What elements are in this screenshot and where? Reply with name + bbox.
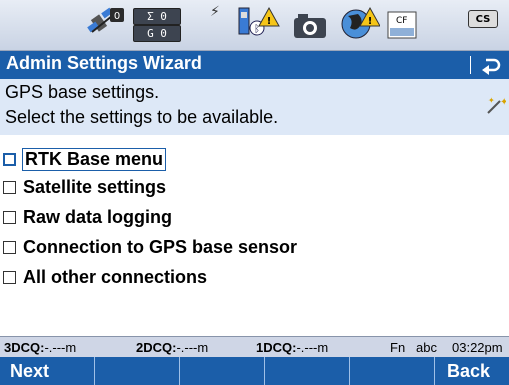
softkey-2[interactable] [95,357,180,385]
title-divider [470,56,471,74]
return-icon[interactable] [480,54,502,76]
sigma-count: Σ 0 [133,8,181,25]
checkbox[interactable] [3,180,16,194]
option-label: Connection to GPS base sensor [23,236,298,257]
softkey-5[interactable] [350,357,435,385]
1dcq-label: 1DCQ: [256,340,297,355]
fn-indicator: Fn [390,340,406,355]
2dcq-label: 2DCQ: [136,340,177,355]
svg-text:✦: ✦ [488,96,495,105]
softkey-bar: Next Back [0,357,509,385]
2dcq-value: -.---m [176,340,209,355]
checkbox[interactable] [3,270,16,284]
status-bar: 0 Σ 0 G 0 ⚡ ᛒ ! ! CF CS [0,0,509,51]
gps-count: G 0 [133,25,181,42]
3dcq-readout: 3DCQ:-.---m [4,340,76,355]
camera-icon[interactable] [292,12,330,40]
option-label: RTK Base menu [21,147,167,171]
sat-count-text: 0 [114,11,120,22]
satellite-counts: Σ 0 G 0 [133,8,183,42]
option-rtk-base-menu[interactable]: RTK Base menu [0,146,167,172]
title-bar: Admin Settings Wizard [0,51,509,79]
checkbox[interactable] [3,240,16,254]
softkey-4[interactable] [265,357,350,385]
bolt-icon: ⚡ [210,4,220,20]
magic-wand-icon: ✦ ✦ [484,95,508,117]
3dcq-label: 3DCQ: [4,340,45,355]
page-title: Admin Settings Wizard [6,53,202,73]
globe-warning-icon[interactable]: ! [340,6,381,42]
checkbox[interactable] [3,210,16,224]
next-button[interactable]: Next [0,357,95,385]
back-button[interactable]: Back [435,357,509,385]
3dcq-value: -.---m [44,340,77,355]
checkbox[interactable] [3,152,16,166]
svg-text:!: ! [267,16,272,27]
softkey-3[interactable] [180,357,265,385]
option-raw-data-logging[interactable]: Raw data logging [0,204,172,230]
cf-card-icon[interactable]: CF [386,10,420,40]
cs-label: CS [468,10,498,28]
cs-icon[interactable]: CS [468,10,498,28]
1dcq-value: -.---m [296,340,329,355]
clock: 03:22pm [452,340,503,355]
input-mode: abc [416,340,437,355]
svg-text:✦: ✦ [500,97,506,108]
info-line-2: Select the settings to be available. [5,107,279,127]
option-connection-gps-base[interactable]: Connection to GPS base sensor [0,234,297,260]
svg-text:!: ! [368,16,373,27]
cf-label: CF [396,16,407,26]
option-satellite-settings[interactable]: Satellite settings [0,174,166,200]
info-panel: GPS base settings. Select the settings t… [0,79,509,135]
option-label: Raw data logging [23,206,173,227]
1dcq-readout: 1DCQ:-.---m [256,340,328,355]
satellite-icon[interactable]: 0 [86,6,126,42]
quality-bar: 3DCQ:-.---m 2DCQ:-.---m 1DCQ:-.---m Fn a… [0,336,509,357]
2dcq-readout: 2DCQ:-.---m [136,340,208,355]
instrument-bluetooth-warning-icon[interactable]: ᛒ ! [237,4,281,44]
option-label: All other connections [23,266,208,287]
option-all-other-connections[interactable]: All other connections [0,264,207,290]
info-line-1: GPS base settings. [5,82,160,102]
option-label: Satellite settings [23,176,167,197]
